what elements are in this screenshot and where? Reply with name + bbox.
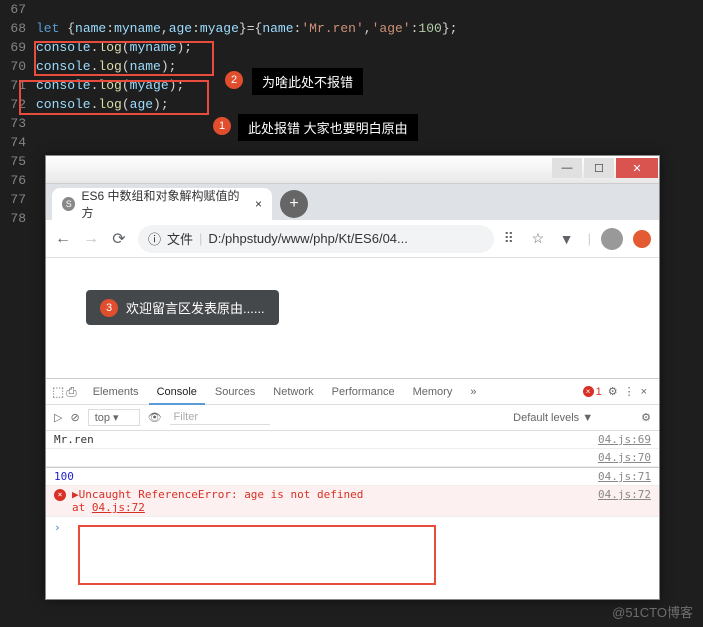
menu-icon[interactable]: ⋮	[624, 385, 635, 398]
code-line-68: let {name:myname,age:myage}={name:'Mr.re…	[36, 19, 703, 38]
highlight-box-2	[34, 41, 214, 76]
device-icon[interactable]: ⎙	[66, 384, 76, 400]
window-titlebar: — ☐ ✕	[46, 156, 659, 184]
console-row: Mr.ren 04.js:69	[46, 431, 659, 449]
file-label: 文件	[167, 229, 193, 248]
console-text: Mr.ren	[54, 433, 94, 446]
source-link[interactable]: 04.js:72	[598, 488, 651, 501]
badge-1: 1	[213, 117, 231, 135]
close-button[interactable]: ✕	[616, 158, 658, 178]
error-message: ▶Uncaught ReferenceError: age is not def…	[72, 488, 363, 514]
tab-sources[interactable]: Sources	[207, 379, 263, 405]
play-icon[interactable]: ▷	[54, 411, 62, 424]
close-devtools-icon[interactable]: ×	[641, 386, 647, 398]
line-number: 75	[0, 152, 36, 171]
browser-tab[interactable]: S ES6 中数组和对象解构赋值的方 ×	[52, 188, 272, 220]
annotation-1: 此处报错 大家也要明白原由	[238, 114, 418, 141]
tab-memory[interactable]: Memory	[405, 379, 461, 405]
message-box: 3 欢迎留言区发表原由......	[86, 290, 279, 325]
line-number: 67	[0, 0, 36, 19]
gear-icon[interactable]: ⚙	[641, 411, 651, 424]
info-icon: ⓘ	[148, 229, 161, 248]
omnibox[interactable]: ⓘ 文件 | D:/phpstudy/www/php/Kt/ES6/04...	[138, 225, 494, 253]
console-toolbar: ▷ ⊘ top ▾ 👁 Filter Default levels ▼ ⚙	[46, 405, 659, 431]
line-number: 74	[0, 133, 36, 152]
line-number: 70	[0, 57, 36, 76]
tab-title: ES6 中数组和对象解构赋值的方	[81, 187, 245, 221]
line-number: 69	[0, 38, 36, 57]
console-row: 100 04.js:71	[46, 467, 659, 486]
console-error-row: × ▶Uncaught ReferenceError: age is not d…	[46, 486, 659, 517]
more-icon[interactable]: ▼	[560, 231, 578, 247]
levels-selector[interactable]: Default levels ▼	[513, 412, 593, 424]
address-bar: ← → ⟳ ⓘ 文件 | D:/phpstudy/www/php/Kt/ES6/…	[46, 220, 659, 258]
minimize-button[interactable]: —	[552, 158, 582, 178]
line-number: 78	[0, 209, 36, 228]
page-content: 3 欢迎留言区发表原由......	[46, 258, 659, 378]
source-link[interactable]: 04.js:70	[598, 451, 651, 464]
clear-icon[interactable]: ⊘	[70, 411, 79, 424]
forward-button[interactable]: →	[82, 230, 100, 248]
globe-icon: S	[62, 197, 75, 211]
tabs-overflow[interactable]: »	[462, 379, 484, 405]
line-number: 76	[0, 171, 36, 190]
back-button[interactable]: ←	[54, 230, 72, 248]
new-tab-button[interactable]: +	[280, 190, 308, 218]
error-count[interactable]: ×1	[583, 386, 602, 398]
url-text: D:/phpstudy/www/php/Kt/ES6/04...	[208, 231, 407, 246]
maximize-button[interactable]: ☐	[584, 158, 614, 178]
source-link[interactable]: 04.js:71	[598, 470, 651, 483]
devtools-panel: ⬚ ⎙ Elements Console Sources Network Per…	[46, 378, 659, 538]
tab-elements[interactable]: Elements	[85, 379, 147, 405]
inspect-icon[interactable]: ⬚	[52, 384, 64, 400]
extension-icon[interactable]	[633, 230, 651, 248]
filter-input[interactable]: Filter	[170, 410, 270, 425]
line-number: 68	[0, 19, 36, 38]
browser-window: — ☐ ✕ S ES6 中数组和对象解构赋值的方 × + ← → ⟳ ⓘ 文件 …	[45, 155, 660, 600]
reload-button[interactable]: ⟳	[110, 229, 128, 249]
tab-console[interactable]: Console	[149, 379, 205, 405]
tab-network[interactable]: Network	[265, 379, 321, 405]
avatar-icon[interactable]	[601, 228, 623, 250]
badge-3: 3	[100, 299, 118, 317]
annotation-2: 为啥此处不报错	[252, 68, 363, 95]
highlight-box-error	[78, 525, 436, 585]
console-row: 04.js:70	[46, 449, 659, 467]
devtools-tabs: ⬚ ⎙ Elements Console Sources Network Per…	[46, 379, 659, 405]
tab-close-icon[interactable]: ×	[255, 197, 262, 211]
error-icon: ×	[54, 489, 66, 501]
eye-icon[interactable]: 👁	[148, 411, 162, 424]
console-output: Mr.ren 04.js:69 04.js:70 100 04.js:71 × …	[46, 431, 659, 538]
source-link[interactable]: 04.js:69	[598, 433, 651, 446]
translate-icon[interactable]: ⠿	[504, 230, 522, 247]
browser-tabbar: S ES6 中数组和对象解构赋值的方 × +	[46, 184, 659, 220]
badge-2: 2	[225, 71, 243, 89]
annotation-3: 欢迎留言区发表原由......	[126, 298, 265, 317]
line-number: 77	[0, 190, 36, 209]
settings-icon[interactable]: ⚙	[608, 385, 618, 398]
context-selector[interactable]: top ▾	[88, 409, 140, 426]
line-number: 73	[0, 114, 36, 133]
watermark: @51CTO博客	[612, 602, 693, 621]
console-text: 100	[54, 470, 74, 483]
highlight-box-1	[19, 80, 209, 115]
tab-performance[interactable]: Performance	[324, 379, 403, 405]
star-icon[interactable]: ☆	[532, 230, 550, 247]
